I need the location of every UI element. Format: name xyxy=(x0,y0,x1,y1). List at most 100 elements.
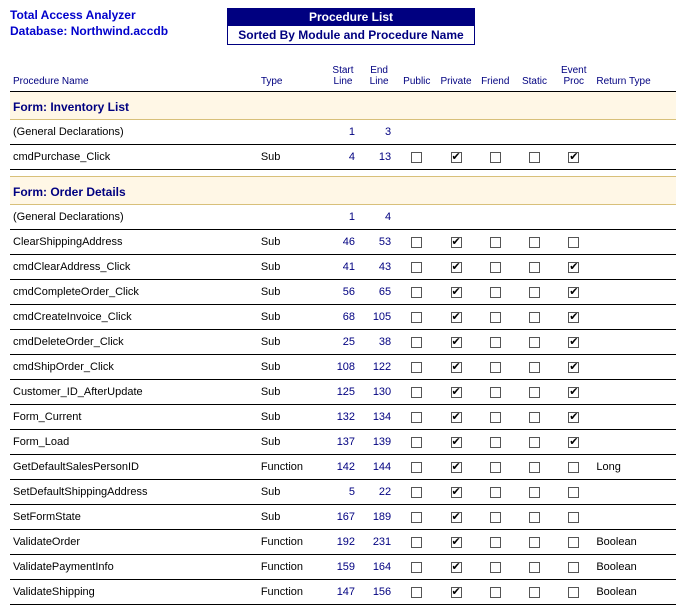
cell-type: Sub xyxy=(258,380,325,405)
checkbox-icon xyxy=(568,152,579,163)
checkbox-icon xyxy=(568,237,579,248)
app-title: Total Access Analyzer xyxy=(10,8,215,22)
cell-proc-name: Form_Current xyxy=(10,405,258,430)
cell-friend xyxy=(476,430,515,455)
col-static: Static xyxy=(515,63,554,92)
cell-proc-name: Customer_ID_AfterUpdate xyxy=(10,380,258,405)
checkbox-icon xyxy=(451,437,462,448)
cell-start-line: 142 xyxy=(325,455,361,480)
cell-event xyxy=(554,580,593,605)
cell-type xyxy=(258,120,325,145)
cell-public xyxy=(397,280,436,305)
cell-type: Sub xyxy=(258,330,325,355)
cell-public xyxy=(397,580,436,605)
cell-proc-name: ValidatePaymentInfo xyxy=(10,555,258,580)
checkbox-icon xyxy=(451,237,462,248)
checkbox-icon xyxy=(568,512,579,523)
database-name: Northwind.accdb xyxy=(71,24,168,38)
checkbox-icon xyxy=(490,537,501,548)
cell-type: Sub xyxy=(258,280,325,305)
cell-event xyxy=(554,255,593,280)
cell-type: Sub xyxy=(258,355,325,380)
cell-static xyxy=(515,430,554,455)
checkbox-icon xyxy=(451,362,462,373)
cell-proc-name: ValidateOrder xyxy=(10,530,258,555)
cell-static xyxy=(515,455,554,480)
cell-private xyxy=(436,230,475,255)
report-title-banner: Procedure List xyxy=(227,8,475,26)
cell-return-type xyxy=(593,355,676,380)
cell-start-line: 46 xyxy=(325,230,361,255)
checkbox-icon xyxy=(411,537,422,548)
checkbox-icon xyxy=(529,487,540,498)
cell-end-line: 22 xyxy=(361,480,397,505)
cell-proc-name: cmdCreateInvoice_Click xyxy=(10,305,258,330)
checkbox-icon xyxy=(529,387,540,398)
checkbox-icon xyxy=(568,312,579,323)
table-header-row: Procedure Name Type Start Line End Line … xyxy=(10,63,676,92)
checkbox-icon xyxy=(490,562,501,573)
cell-end-line: 4 xyxy=(361,205,397,230)
checkbox-icon xyxy=(451,512,462,523)
cell-type: Sub xyxy=(258,405,325,430)
cell-return-type: Boolean xyxy=(593,530,676,555)
database-line: Database: Northwind.accdb xyxy=(10,24,215,38)
cell-static xyxy=(515,280,554,305)
cell-type: Function xyxy=(258,555,325,580)
col-procedure-name: Procedure Name xyxy=(10,63,258,92)
checkbox-icon xyxy=(490,512,501,523)
checkbox-icon xyxy=(411,512,422,523)
cell-static xyxy=(515,330,554,355)
cell-proc-name: cmdPurchase_Click xyxy=(10,145,258,170)
checkbox-icon xyxy=(490,587,501,598)
checkbox-icon xyxy=(568,387,579,398)
cell-end-line: 13 xyxy=(361,145,397,170)
checkbox-icon xyxy=(529,412,540,423)
cell-proc-name: GetDefaultSalesPersonID xyxy=(10,455,258,480)
cell-end-line: 164 xyxy=(361,555,397,580)
table-row: cmdShipOrder_ClickSub108122 xyxy=(10,355,676,380)
checkbox-icon xyxy=(411,587,422,598)
checkbox-icon xyxy=(451,287,462,298)
table-row: cmdClearAddress_ClickSub4143 xyxy=(10,255,676,280)
checkbox-icon xyxy=(490,262,501,273)
cell-static xyxy=(515,255,554,280)
table-row: GetDefaultSalesPersonIDFunction142144Lon… xyxy=(10,455,676,480)
col-end-line: End Line xyxy=(361,63,397,92)
checkbox-icon xyxy=(568,337,579,348)
cell-proc-name: cmdDeleteOrder_Click xyxy=(10,330,258,355)
cell-public xyxy=(397,305,436,330)
table-row: ValidateOrderFunction192231Boolean xyxy=(10,530,676,555)
cell-return-type: Boolean xyxy=(593,555,676,580)
cell-friend xyxy=(476,555,515,580)
cell-return-type xyxy=(593,120,676,145)
cell-friend xyxy=(476,255,515,280)
cell-start-line: 125 xyxy=(325,380,361,405)
cell-return-type xyxy=(593,330,676,355)
cell-start-line: 147 xyxy=(325,580,361,605)
cell-private xyxy=(436,330,475,355)
cell-end-line: 130 xyxy=(361,380,397,405)
cell-end-line: 122 xyxy=(361,355,397,380)
cell-friend xyxy=(476,330,515,355)
checkbox-icon xyxy=(451,587,462,598)
table-row: Form_CurrentSub132134 xyxy=(10,405,676,430)
checkbox-icon xyxy=(411,262,422,273)
cell-static xyxy=(515,555,554,580)
checkbox-icon xyxy=(490,287,501,298)
cell-event xyxy=(554,505,593,530)
checkbox-icon xyxy=(490,412,501,423)
checkbox-icon xyxy=(451,312,462,323)
checkbox-icon xyxy=(568,287,579,298)
checkbox-icon xyxy=(568,537,579,548)
checkbox-icon xyxy=(411,337,422,348)
table-row: cmdCompleteOrder_ClickSub5665 xyxy=(10,280,676,305)
cell-end-line: 134 xyxy=(361,405,397,430)
database-label: Database: xyxy=(10,24,67,38)
table-row: SetDefaultShippingAddressSub522 xyxy=(10,480,676,505)
cell-event xyxy=(554,330,593,355)
cell-private xyxy=(436,480,475,505)
table-row: cmdDeleteOrder_ClickSub2538 xyxy=(10,330,676,355)
cell-public xyxy=(397,430,436,455)
checkbox-icon xyxy=(451,152,462,163)
